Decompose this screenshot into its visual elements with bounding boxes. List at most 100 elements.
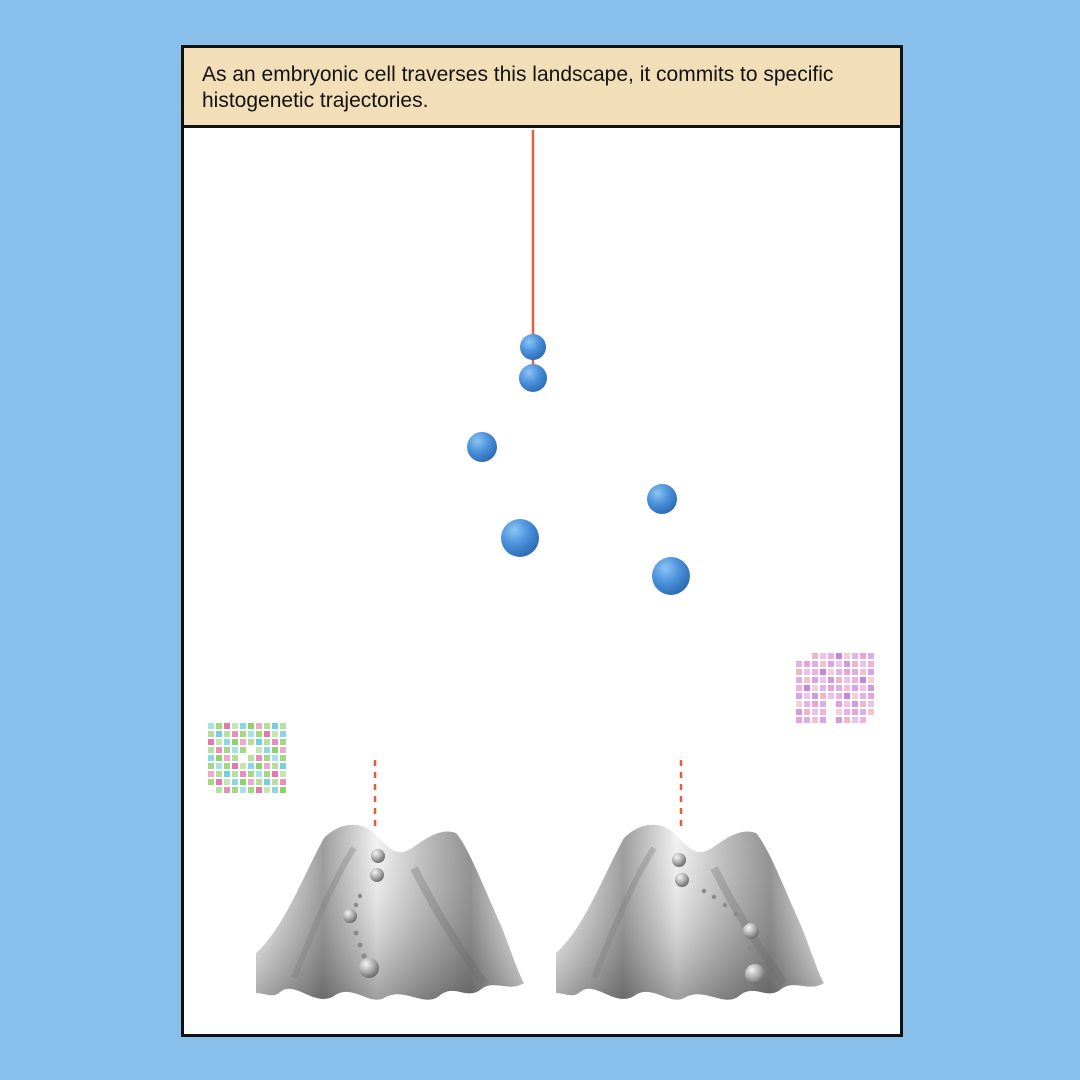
expression-square bbox=[208, 723, 214, 729]
landscape-ball bbox=[675, 873, 689, 887]
epigenetic-landscape-right bbox=[556, 824, 824, 1000]
expression-square bbox=[216, 787, 222, 793]
expression-square bbox=[208, 763, 214, 769]
expression-square bbox=[820, 653, 826, 659]
expression-square bbox=[280, 739, 286, 745]
expression-square bbox=[796, 669, 802, 675]
expression-square bbox=[852, 701, 858, 707]
expression-square bbox=[804, 693, 810, 699]
expression-square bbox=[796, 709, 802, 715]
expression-square bbox=[280, 787, 286, 793]
expression-square bbox=[272, 731, 278, 737]
expression-square bbox=[272, 723, 278, 729]
expression-square bbox=[836, 661, 842, 667]
expression-square bbox=[280, 763, 286, 769]
expression-square bbox=[836, 653, 842, 659]
expression-square bbox=[804, 709, 810, 715]
expression-square bbox=[852, 709, 858, 715]
expression-square bbox=[836, 685, 842, 691]
landscape-ball bbox=[343, 909, 357, 923]
cell-sphere bbox=[467, 432, 497, 462]
expression-square bbox=[248, 763, 254, 769]
expression-square bbox=[264, 779, 270, 785]
expression-square bbox=[828, 693, 834, 699]
expression-square bbox=[248, 723, 254, 729]
expression-square bbox=[820, 717, 826, 723]
expression-square bbox=[280, 779, 286, 785]
expression-square bbox=[224, 787, 230, 793]
expression-square bbox=[264, 787, 270, 793]
expression-square bbox=[216, 779, 222, 785]
expression-square bbox=[240, 779, 246, 785]
expression-square bbox=[860, 685, 866, 691]
expression-square bbox=[272, 739, 278, 745]
expression-square bbox=[208, 731, 214, 737]
expression-square bbox=[224, 779, 230, 785]
expression-square bbox=[264, 739, 270, 745]
figure-panel: As an embryonic cell traverses this land… bbox=[181, 45, 903, 1037]
expression-square bbox=[232, 787, 238, 793]
expression-square bbox=[256, 723, 262, 729]
expression-square bbox=[868, 701, 874, 707]
expression-square bbox=[820, 709, 826, 715]
expression-square bbox=[852, 669, 858, 675]
expression-square bbox=[248, 755, 254, 761]
expression-square bbox=[272, 763, 278, 769]
expression-square bbox=[844, 661, 850, 667]
expression-square bbox=[860, 677, 866, 683]
landscape-ball bbox=[745, 964, 765, 984]
expression-square bbox=[216, 747, 222, 753]
landscape-ball bbox=[672, 853, 686, 867]
expression-square bbox=[820, 693, 826, 699]
diagram-canvas bbox=[208, 130, 874, 1000]
expression-square bbox=[868, 669, 874, 675]
expression-square bbox=[232, 739, 238, 745]
expression-square bbox=[232, 755, 238, 761]
expression-square bbox=[240, 771, 246, 777]
expression-square bbox=[240, 787, 246, 793]
expression-square bbox=[224, 763, 230, 769]
expression-square bbox=[820, 701, 826, 707]
expression-square bbox=[796, 701, 802, 707]
expression-square bbox=[216, 755, 222, 761]
expression-square bbox=[224, 723, 230, 729]
cell-sphere bbox=[501, 519, 539, 557]
expression-square bbox=[820, 669, 826, 675]
expression-square bbox=[860, 693, 866, 699]
expression-square bbox=[248, 739, 254, 745]
expression-square bbox=[860, 709, 866, 715]
expression-square bbox=[256, 731, 262, 737]
expression-square bbox=[216, 771, 222, 777]
expression-square bbox=[796, 693, 802, 699]
expression-square bbox=[264, 723, 270, 729]
expression-square bbox=[812, 685, 818, 691]
expression-square bbox=[796, 677, 802, 683]
expression-square bbox=[208, 779, 214, 785]
expression-square bbox=[232, 779, 238, 785]
landscape-ball bbox=[743, 923, 759, 939]
cell-sphere bbox=[652, 557, 690, 595]
expression-square bbox=[852, 685, 858, 691]
expression-square bbox=[852, 717, 858, 723]
expression-square bbox=[280, 747, 286, 753]
expression-square bbox=[860, 661, 866, 667]
expression-square bbox=[796, 661, 802, 667]
expression-square bbox=[836, 717, 842, 723]
expression-square bbox=[272, 771, 278, 777]
expression-square bbox=[264, 755, 270, 761]
expression-square bbox=[868, 677, 874, 683]
expression-square bbox=[248, 779, 254, 785]
expression-square bbox=[224, 747, 230, 753]
expression-square bbox=[264, 747, 270, 753]
expression-square bbox=[812, 677, 818, 683]
expression-square bbox=[248, 731, 254, 737]
expression-square bbox=[272, 787, 278, 793]
expression-square bbox=[248, 771, 254, 777]
expression-square bbox=[280, 755, 286, 761]
expression-square bbox=[232, 723, 238, 729]
expression-square bbox=[868, 653, 874, 659]
expression-square bbox=[836, 677, 842, 683]
landscape-ball bbox=[371, 849, 385, 863]
expression-square bbox=[812, 661, 818, 667]
expression-square bbox=[828, 685, 834, 691]
